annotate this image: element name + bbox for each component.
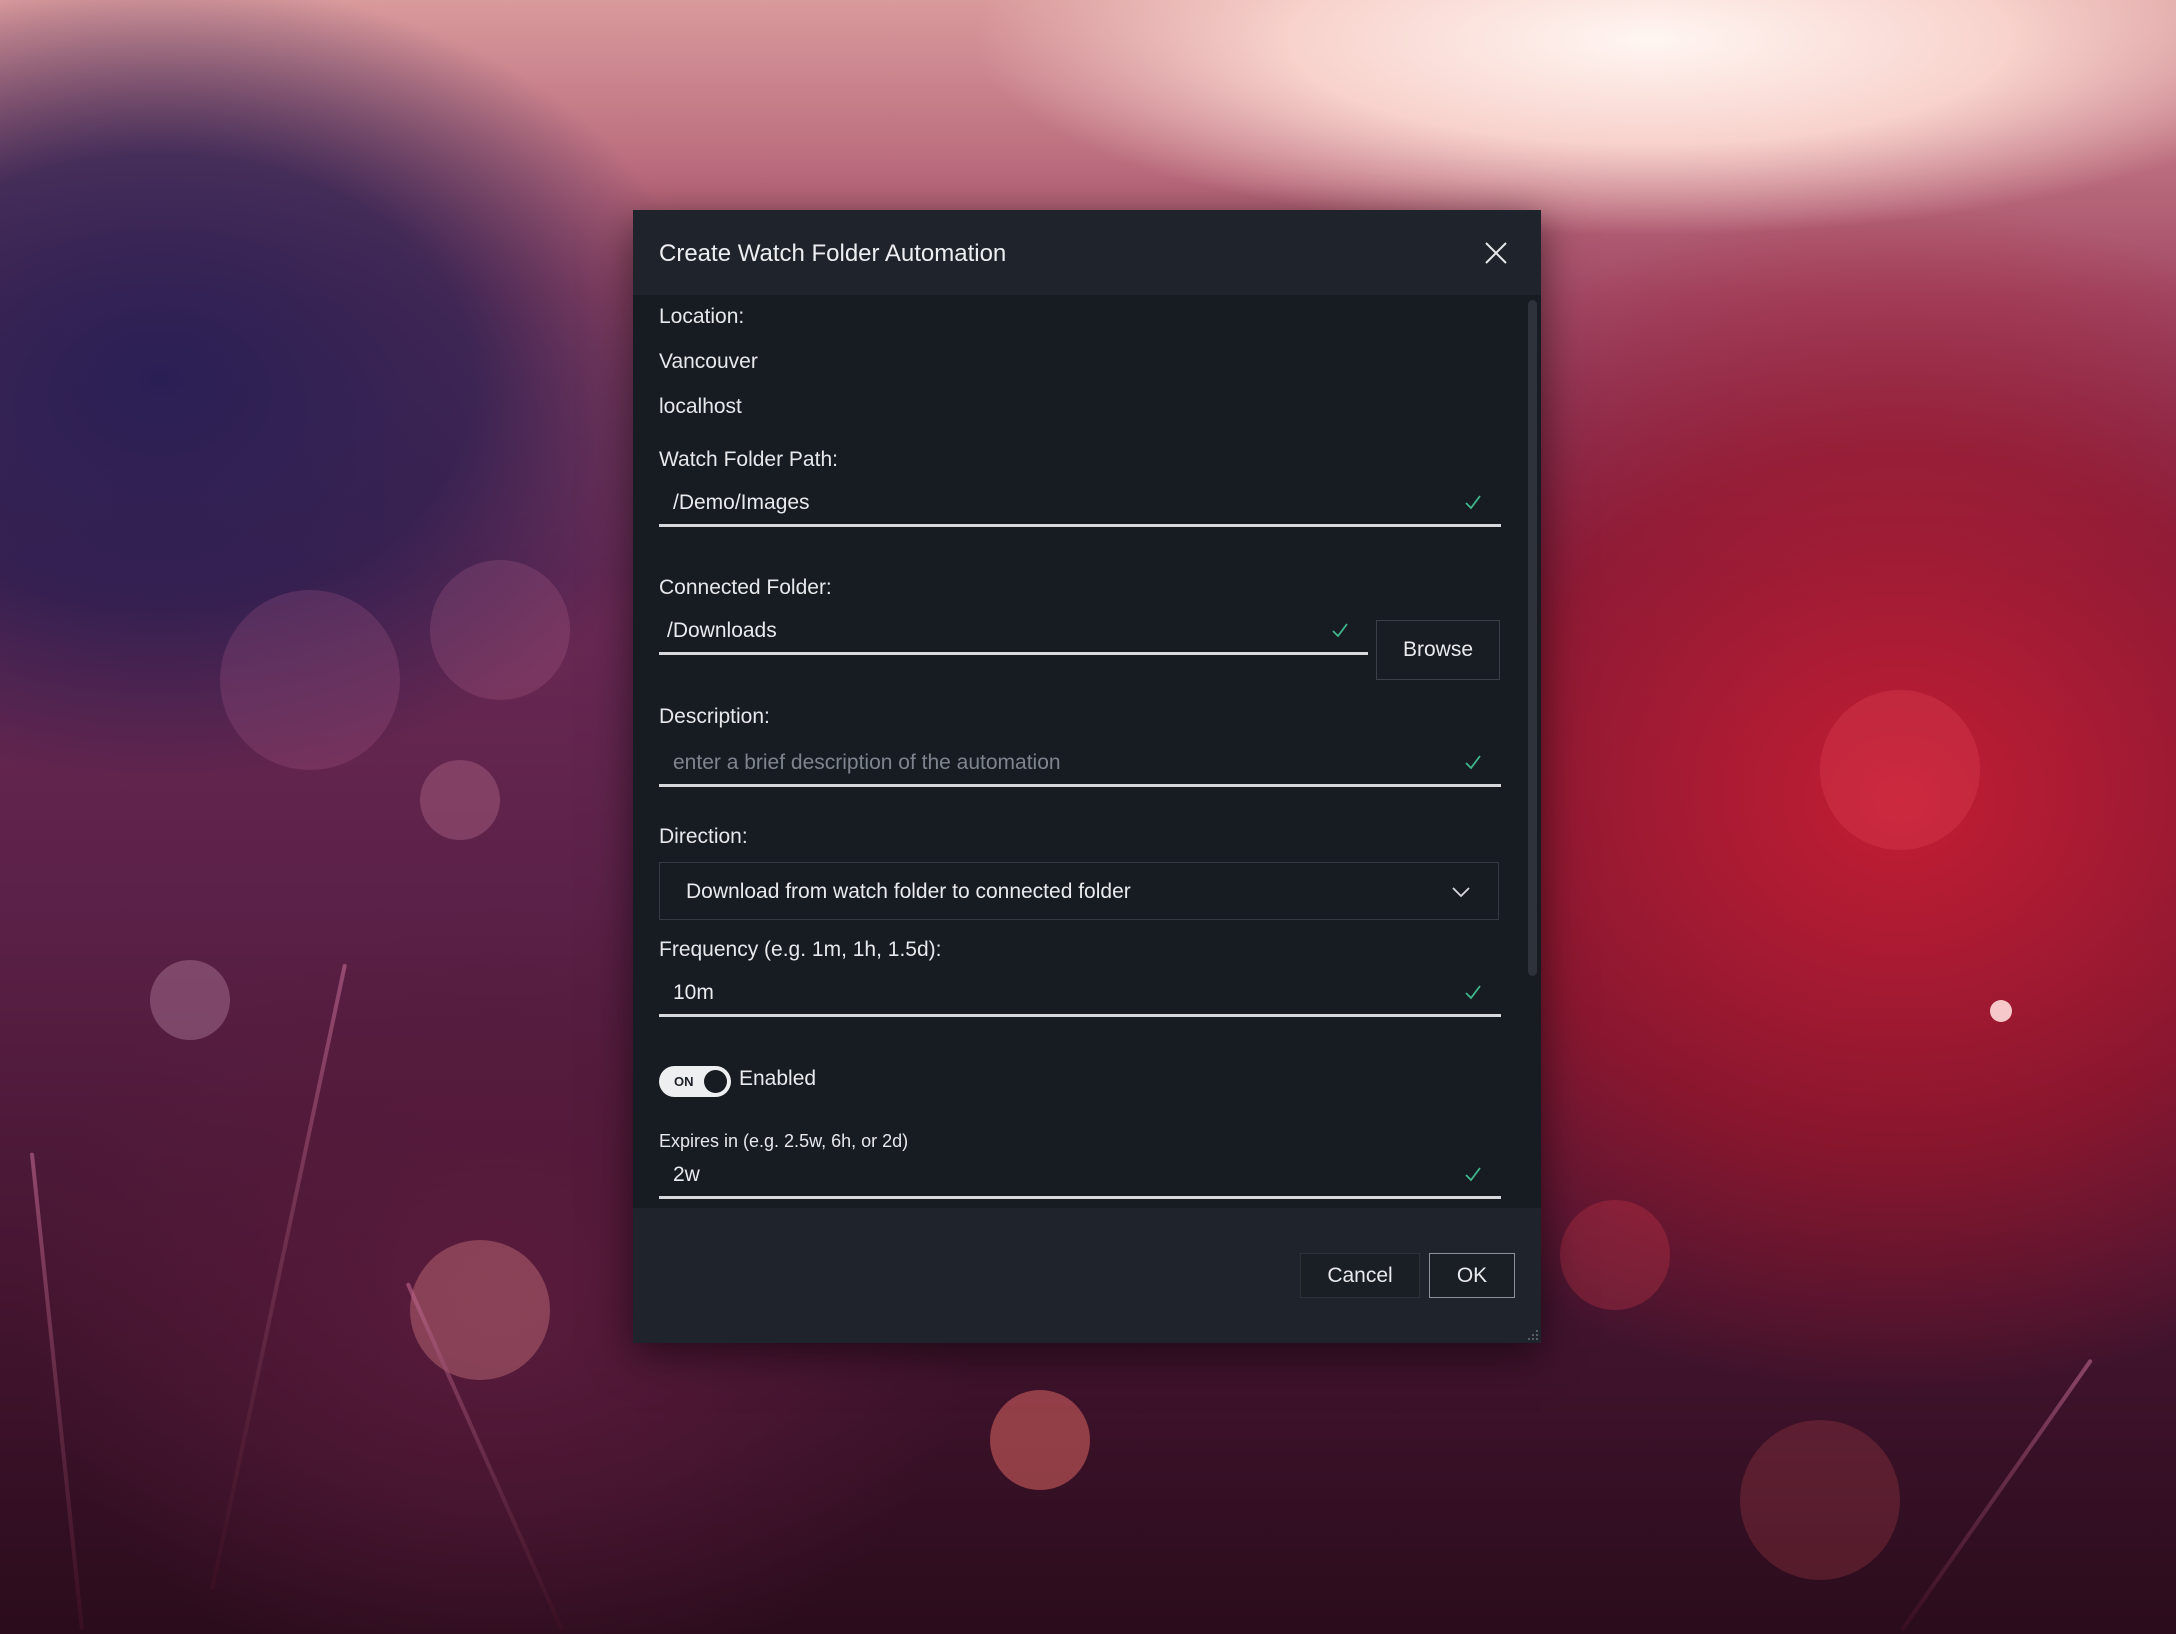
- connected-folder-label: Connected Folder:: [659, 576, 832, 599]
- enabled-toggle[interactable]: ON: [659, 1066, 731, 1097]
- chevron-down-icon: [1452, 887, 1470, 898]
- dialog-footer: Cancel OK: [633, 1208, 1541, 1343]
- watch-folder-field[interactable]: [659, 482, 1501, 527]
- frequency-input[interactable]: [673, 978, 1445, 1008]
- expires-label: Expires in (e.g. 2.5w, 6h, or 2d): [659, 1131, 909, 1151]
- location-host: localhost: [659, 395, 742, 418]
- check-icon: [1332, 623, 1348, 638]
- description-field[interactable]: [659, 742, 1501, 787]
- frequency-field[interactable]: [659, 972, 1501, 1017]
- dialog-header: Create Watch Folder Automation: [633, 210, 1541, 295]
- check-icon: [1465, 1167, 1481, 1182]
- toggle-on-text: ON: [674, 1074, 694, 1089]
- connected-folder-input[interactable]: [667, 616, 1306, 646]
- direction-select[interactable]: Download from watch folder to connected …: [659, 862, 1499, 920]
- direction-selected-value: Download from watch folder to connected …: [686, 880, 1131, 903]
- connected-folder-field[interactable]: [659, 610, 1368, 655]
- resize-grip-icon[interactable]: [1525, 1327, 1539, 1341]
- watch-folder-label: Watch Folder Path:: [659, 448, 838, 471]
- description-input[interactable]: [673, 748, 1445, 778]
- enabled-label: Enabled: [739, 1067, 817, 1090]
- cancel-button[interactable]: Cancel: [1300, 1253, 1420, 1298]
- watch-folder-input[interactable]: [673, 488, 1445, 518]
- browse-button[interactable]: Browse: [1376, 620, 1500, 680]
- check-icon: [1465, 755, 1481, 770]
- scrollbar[interactable]: [1528, 300, 1537, 976]
- location-site: Vancouver: [659, 350, 758, 373]
- check-icon: [1465, 495, 1481, 510]
- direction-label: Direction:: [659, 825, 748, 848]
- description-label: Description:: [659, 705, 770, 728]
- check-icon: [1465, 985, 1481, 1000]
- dialog-title: Create Watch Folder Automation: [659, 240, 1007, 267]
- create-watch-folder-dialog: Create Watch Folder Automation Location:…: [633, 210, 1541, 1343]
- expires-field[interactable]: [659, 1154, 1501, 1199]
- frequency-label: Frequency (e.g. 1m, 1h, 1.5d):: [659, 938, 942, 961]
- location-label: Location:: [659, 305, 745, 328]
- close-icon[interactable]: [1481, 238, 1511, 268]
- ok-button[interactable]: OK: [1429, 1253, 1515, 1298]
- toggle-knob: [704, 1070, 727, 1093]
- expires-input[interactable]: [673, 1160, 1445, 1190]
